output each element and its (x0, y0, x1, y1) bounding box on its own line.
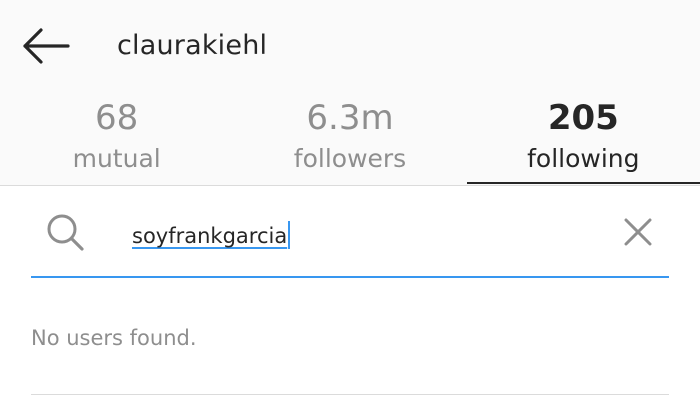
search-underline (31, 276, 669, 278)
tab-followers-count: 6.3m (306, 98, 394, 138)
search-input-value: soyfrankgarcia (132, 224, 288, 248)
search-icon (44, 211, 86, 253)
tab-mutual[interactable]: 68 mutual (0, 92, 233, 186)
clear-search-button[interactable] (616, 210, 660, 254)
back-button[interactable] (14, 20, 78, 72)
arrow-left-icon (23, 28, 70, 64)
screen: claurakiehl 68 mutual 6.3m followers 205… (0, 0, 700, 400)
tab-following-label: following (527, 144, 640, 173)
tab-followers-label: followers (293, 144, 407, 173)
header: claurakiehl 68 mutual 6.3m followers 205… (0, 0, 700, 186)
tab-bar: 68 mutual 6.3m followers 205 following (0, 92, 700, 186)
tab-following-count: 205 (547, 98, 619, 138)
results-divider (31, 394, 669, 395)
profile-username: claurakiehl (117, 30, 268, 61)
text-caret (288, 221, 291, 249)
tab-mutual-count: 68 (95, 98, 139, 138)
no-results-message: No users found. (31, 326, 197, 350)
close-icon (624, 218, 652, 246)
tab-following[interactable]: 205 following (467, 92, 700, 186)
active-tab-indicator (467, 182, 700, 184)
header-divider (0, 185, 700, 186)
tab-followers[interactable]: 6.3m followers (233, 92, 466, 186)
search-input[interactable]: soyfrankgarcia (132, 221, 291, 250)
tab-mutual-label: mutual (72, 144, 161, 173)
